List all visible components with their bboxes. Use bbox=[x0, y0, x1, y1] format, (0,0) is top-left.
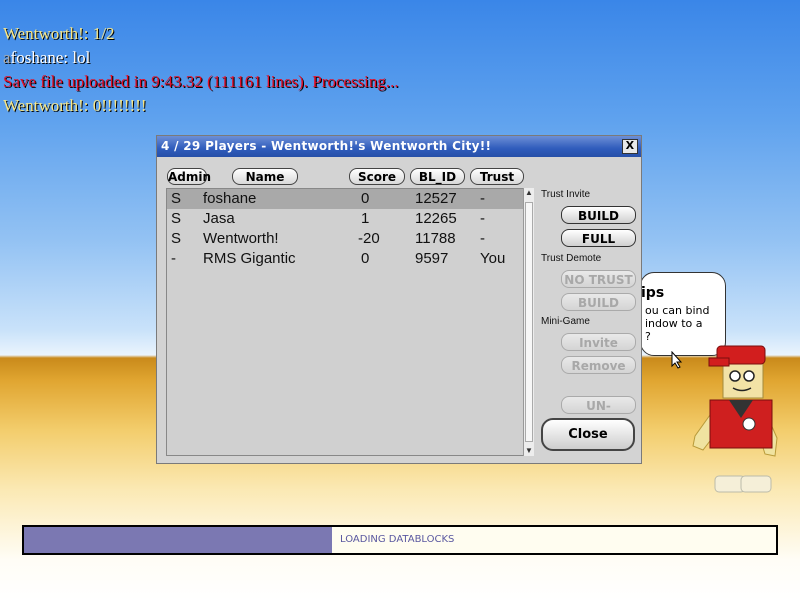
trust-invite-full-button[interactable]: FULL bbox=[561, 229, 636, 247]
chat-line: afoshane: lol bbox=[3, 48, 91, 67]
players-window: 4 / 29 Players - Wentworth!'s Wentworth … bbox=[156, 135, 642, 464]
scroll-up-icon[interactable]: ▲ bbox=[525, 188, 533, 198]
column-header-trust[interactable]: Trust bbox=[470, 168, 524, 185]
progress-fill bbox=[24, 527, 333, 553]
unignore-button[interactable]: UN-IGNORE bbox=[561, 396, 636, 431]
progress-text: LOADING DATABLOCKS bbox=[340, 534, 455, 545]
trust-demote-label: Trust Demote bbox=[541, 253, 602, 264]
column-header-score[interactable]: Score bbox=[349, 168, 405, 185]
no-trust-button[interactable]: NO TRUST bbox=[561, 270, 636, 288]
chat-line: Wentworth!: 1/2 bbox=[3, 24, 115, 43]
minigame-invite-button[interactable]: Invite bbox=[561, 333, 636, 351]
table-row[interactable]: - RMS Gigantic 0 9597 You bbox=[167, 249, 523, 269]
column-header-admin[interactable]: Admin bbox=[167, 168, 211, 185]
window-titlebar[interactable]: 4 / 29 Players - Wentworth!'s Wentworth … bbox=[157, 136, 641, 157]
mouse-cursor-icon bbox=[671, 351, 683, 369]
chat-line: Wentworth!: 0!!!!!!!! bbox=[3, 96, 147, 115]
table-row[interactable]: S foshane 0 12527 - bbox=[167, 189, 523, 209]
loading-progress-bar: LOADING DATABLOCKS bbox=[22, 525, 778, 555]
tips-title: ips bbox=[641, 285, 665, 301]
scroll-down-icon[interactable]: ▼ bbox=[525, 446, 533, 456]
column-header-bl-id[interactable]: BL_ID bbox=[410, 168, 465, 185]
trust-invite-label: Trust Invite bbox=[541, 189, 591, 200]
column-header-name[interactable]: Name bbox=[232, 168, 298, 185]
list-scrollbar[interactable]: ▲ ▼ bbox=[523, 188, 534, 456]
table-row[interactable]: S Jasa 1 12265 - bbox=[167, 209, 523, 229]
scrollbar-thumb[interactable] bbox=[525, 202, 533, 442]
minigame-label: Mini-Game bbox=[541, 316, 590, 327]
close-button[interactable]: Close bbox=[541, 418, 635, 451]
chat-log: Wentworth!: 1/2 afoshane: lol Save file … bbox=[3, 22, 399, 118]
trust-invite-build-button[interactable]: BUILD bbox=[561, 206, 636, 224]
minigame-remove-button[interactable]: Remove bbox=[561, 356, 636, 374]
trust-demote-build-button[interactable]: BUILD bbox=[561, 293, 636, 311]
window-title: 4 / 29 Players - Wentworth!'s Wentworth … bbox=[161, 139, 492, 153]
table-row[interactable]: S Wentworth! -20 11788 - bbox=[167, 229, 523, 249]
mascot-figure bbox=[692, 345, 778, 493]
close-icon[interactable]: X bbox=[622, 139, 638, 154]
chat-line: Save file uploaded in 9:43.32 (111161 li… bbox=[3, 72, 399, 91]
